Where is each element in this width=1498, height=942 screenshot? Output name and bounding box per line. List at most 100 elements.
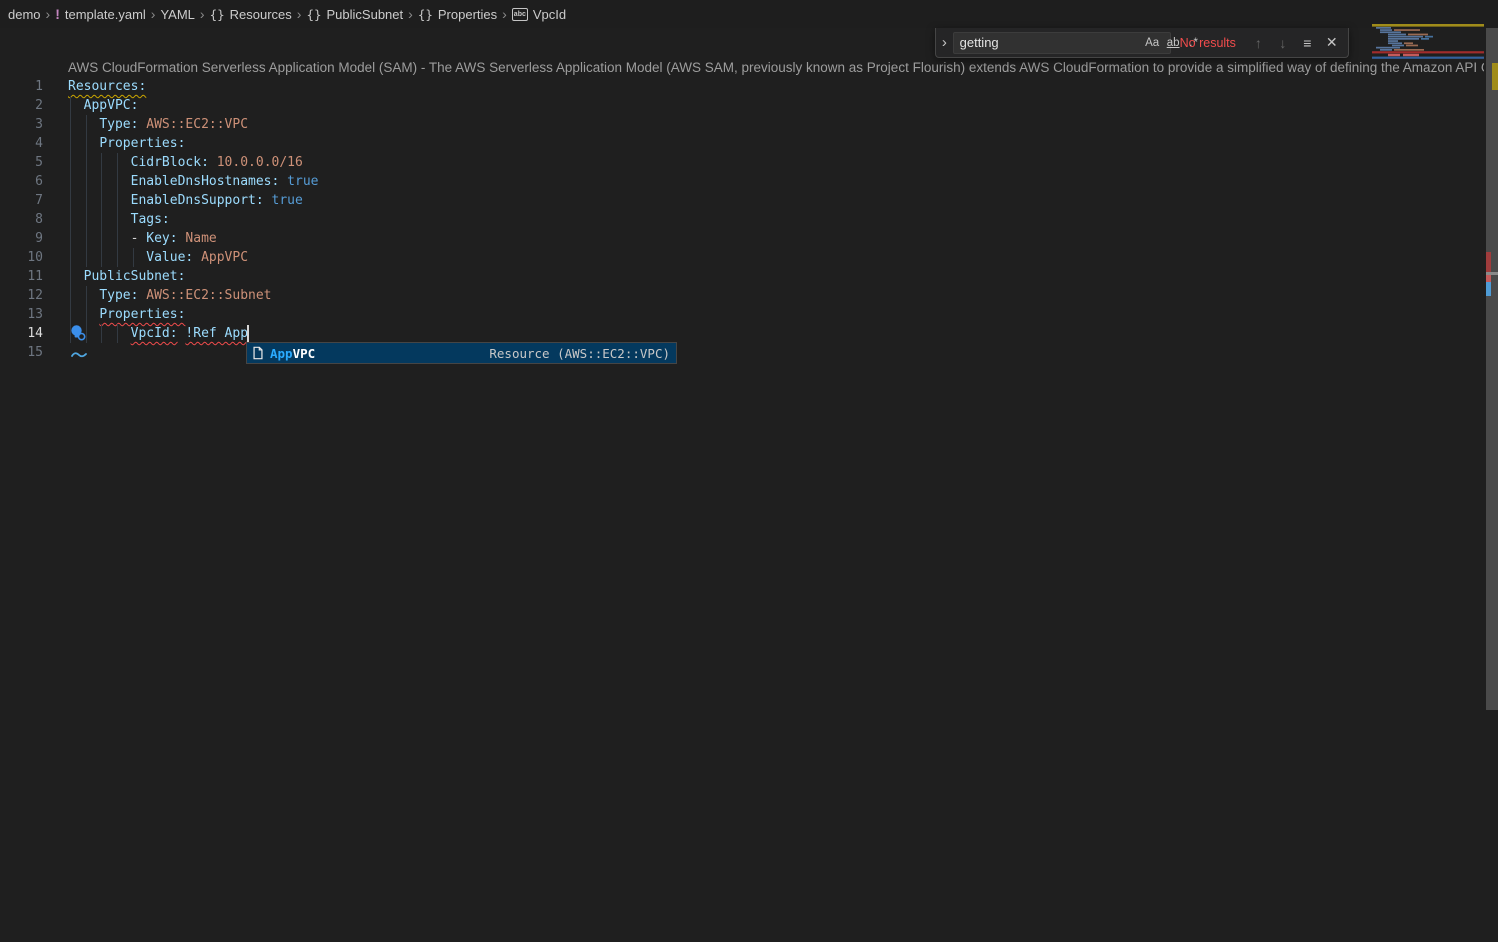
indent-guide — [117, 210, 118, 229]
code-token: Value: — [146, 250, 193, 265]
code-token: PublicSubnet: — [84, 269, 186, 284]
breadcrumb-separator: › — [408, 7, 413, 21]
line-number[interactable]: 10 — [0, 248, 43, 267]
line-content: Value: AppVPC — [68, 248, 248, 267]
indent-guide — [117, 172, 118, 191]
scrollbar-thumb[interactable] — [1486, 28, 1498, 710]
scrollbar-track[interactable] — [1485, 28, 1498, 942]
code-token: Properties: — [99, 307, 185, 322]
schema-description-text: AWS CloudFormation Serverless Applicatio… — [68, 58, 1484, 77]
breadcrumb-item-publicsubnet[interactable]: {} PublicSubnet — [306, 7, 403, 22]
code-line-1[interactable]: 1 Resources: — [0, 77, 1484, 96]
code-lines: 1Resources:2 AppVPC:3 Type: AWS::EC2::VP… — [0, 77, 1484, 362]
line-content: Type: AWS::EC2::Subnet — [68, 286, 272, 305]
code-line-11[interactable]: 11 PublicSubnet: — [0, 267, 1484, 286]
code-token: AppVPC: — [84, 98, 139, 113]
line-number[interactable]: 13 — [0, 305, 43, 324]
indent-guide — [86, 305, 87, 324]
code-line-2[interactable]: 2 AppVPC: — [0, 96, 1484, 115]
match-case-icon[interactable]: Aa — [1142, 37, 1163, 49]
lightbulb-icon[interactable] — [69, 324, 87, 342]
breadcrumb-item-resources[interactable]: {} Resources — [210, 7, 292, 22]
indent-guide — [86, 191, 87, 210]
line-number[interactable]: 8 — [0, 210, 43, 229]
line-number[interactable]: 5 — [0, 153, 43, 172]
indent-guide — [70, 134, 71, 153]
line-content: Resources: — [68, 77, 146, 96]
code-token: AWS::EC2::Subnet — [146, 288, 271, 303]
line-number[interactable]: 12 — [0, 286, 43, 305]
breadcrumb-item-properties[interactable]: {} Properties — [418, 7, 497, 22]
line-number[interactable]: 3 — [0, 115, 43, 134]
code-token: - — [131, 231, 147, 246]
line-number[interactable]: 7 — [0, 191, 43, 210]
line-content: Tags: — [68, 210, 170, 229]
vscode-editor-window: demo › ! template.yaml › YAML › {} Resou… — [0, 0, 1498, 942]
code-token — [68, 174, 131, 189]
breadcrumb-item-yaml[interactable]: YAML — [160, 7, 194, 22]
line-number[interactable]: 9 — [0, 229, 43, 248]
indent-guide — [70, 96, 71, 115]
symbol-object-icon: {} — [210, 7, 225, 22]
indent-guide — [101, 229, 102, 248]
indent-guide — [86, 153, 87, 172]
code-line-5[interactable]: 5 CidrBlock: 10.0.0.0/16 — [0, 153, 1484, 172]
line-content: EnableDnsHostnames: true — [68, 172, 318, 191]
toggle-replace-button[interactable]: › — [936, 28, 953, 57]
code-token — [68, 155, 131, 170]
breadcrumb-item-demo[interactable]: demo — [8, 7, 41, 22]
regex-icon[interactable]: .* — [1184, 37, 1205, 49]
code-token: Tags: — [131, 212, 170, 227]
line-number[interactable]: 15 — [0, 343, 43, 362]
code-token — [279, 174, 287, 189]
suggest-label: AppVPC — [270, 346, 315, 361]
line-content: CidrBlock: 10.0.0.0/16 — [68, 153, 303, 172]
code-token — [68, 193, 131, 208]
whole-word-icon[interactable]: ab — [1163, 37, 1184, 49]
line-number[interactable]: 4 — [0, 134, 43, 153]
editor[interactable]: AWS CloudFormation Serverless Applicatio… — [0, 28, 1484, 942]
line-number[interactable]: 14 — [0, 324, 43, 343]
code-token: Key: — [146, 231, 177, 246]
indent-guide — [117, 324, 118, 343]
code-line-13[interactable]: 13 Properties: — [0, 305, 1484, 324]
breadcrumb-item-template-yaml[interactable]: ! template.yaml — [55, 6, 146, 22]
line-number[interactable]: 1 — [0, 77, 43, 96]
indent-guide — [101, 324, 102, 343]
code-line-8[interactable]: 8 Tags: — [0, 210, 1484, 229]
minimap[interactable] — [1372, 24, 1484, 64]
find-in-selection-icon[interactable]: ≡ — [1295, 35, 1319, 51]
code-line-6[interactable]: 6 EnableDnsHostnames: true — [0, 172, 1484, 191]
indent-guide — [70, 248, 71, 267]
line-number[interactable]: 11 — [0, 267, 43, 286]
line-number[interactable]: 2 — [0, 96, 43, 115]
code-line-14[interactable]: 14 VpcId: !Ref App — [0, 324, 1484, 343]
breadcrumb-item-vpcid[interactable]: abc VpcId — [512, 7, 566, 22]
indent-guide — [70, 153, 71, 172]
code-token: Name — [185, 231, 216, 246]
code-token — [209, 155, 217, 170]
code-line-7[interactable]: 7 EnableDnsSupport: true — [0, 191, 1484, 210]
code-line-15[interactable]: 15 — [0, 343, 1484, 362]
suggest-widget: AppVPC Resource (AWS::EC2::VPC) — [246, 342, 677, 364]
code-line-9[interactable]: 9 - Key: Name — [0, 229, 1484, 248]
code-line-12[interactable]: 12 Type: AWS::EC2::Subnet — [0, 286, 1484, 305]
line-content: VpcId: !Ref App — [68, 324, 248, 343]
breadcrumb-separator: › — [46, 7, 51, 21]
find-input[interactable] — [954, 33, 1142, 53]
code-line-4[interactable]: 4 Properties: — [0, 134, 1484, 153]
line-number[interactable]: 6 — [0, 172, 43, 191]
indent-guide — [101, 191, 102, 210]
suggest-item-appvpc[interactable]: AppVPC Resource (AWS::EC2::VPC) — [247, 343, 676, 363]
code-line-10[interactable]: 10 Value: AppVPC — [0, 248, 1484, 267]
code-line-3[interactable]: 3 Type: AWS::EC2::VPC — [0, 115, 1484, 134]
code-token: true — [287, 174, 318, 189]
next-match-icon[interactable]: ↓ — [1271, 35, 1295, 51]
indent-guide — [133, 248, 134, 267]
indent-guide — [70, 115, 71, 134]
fold-range-icon[interactable] — [71, 350, 87, 358]
close-icon[interactable]: ✕ — [1320, 34, 1344, 51]
previous-match-icon[interactable]: ↑ — [1246, 35, 1270, 51]
symbol-string-icon: abc — [512, 8, 528, 21]
indent-guide — [117, 153, 118, 172]
